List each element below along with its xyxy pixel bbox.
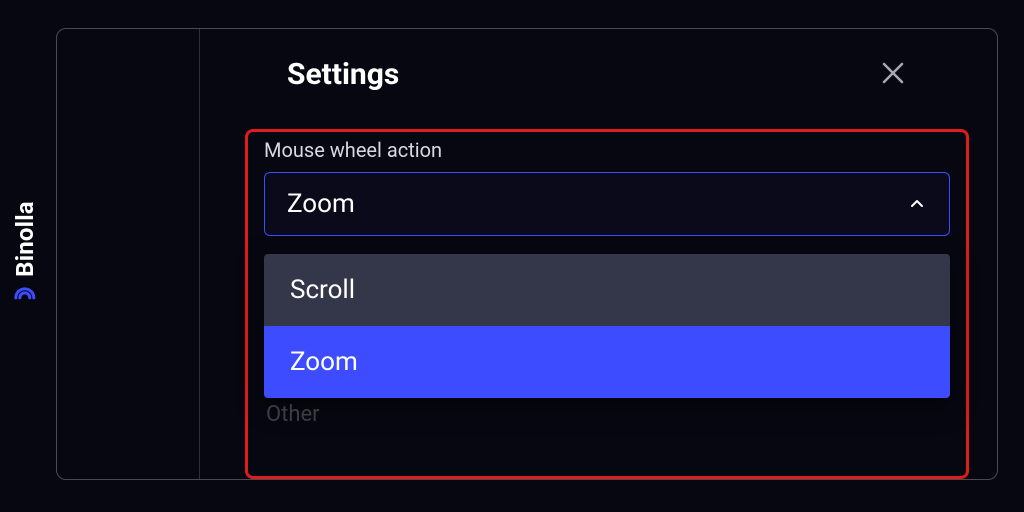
- highlight-box: Mouse wheel action Zoom Scroll Zoom Othe…: [245, 129, 969, 479]
- mouse-wheel-select[interactable]: Zoom: [264, 172, 950, 236]
- brand-icon: [12, 285, 38, 311]
- panel-divider: [199, 29, 200, 479]
- main-panel: Settings Mouse wheel action Zoom: [56, 28, 998, 480]
- settings-title: Settings: [287, 57, 399, 92]
- settings-panel: Settings Mouse wheel action Zoom: [245, 29, 925, 479]
- brand-name: Binolla: [11, 201, 39, 277]
- option-label: Scroll: [290, 275, 355, 305]
- brand: Binolla: [11, 201, 39, 311]
- background-section-label: Other: [264, 402, 950, 427]
- close-icon: [880, 60, 906, 90]
- dropdown-option-zoom[interactable]: Zoom: [264, 326, 950, 398]
- mouse-wheel-label: Mouse wheel action: [264, 138, 950, 162]
- left-rail: Binolla: [0, 0, 50, 512]
- chevron-up-icon: [909, 196, 925, 212]
- dropdown-list: Scroll Zoom: [264, 254, 950, 398]
- select-value: Zoom: [287, 189, 355, 219]
- dropdown-option-scroll[interactable]: Scroll: [264, 254, 950, 326]
- option-label: Zoom: [290, 347, 358, 377]
- settings-header: Settings: [245, 29, 925, 112]
- close-button[interactable]: [877, 59, 909, 91]
